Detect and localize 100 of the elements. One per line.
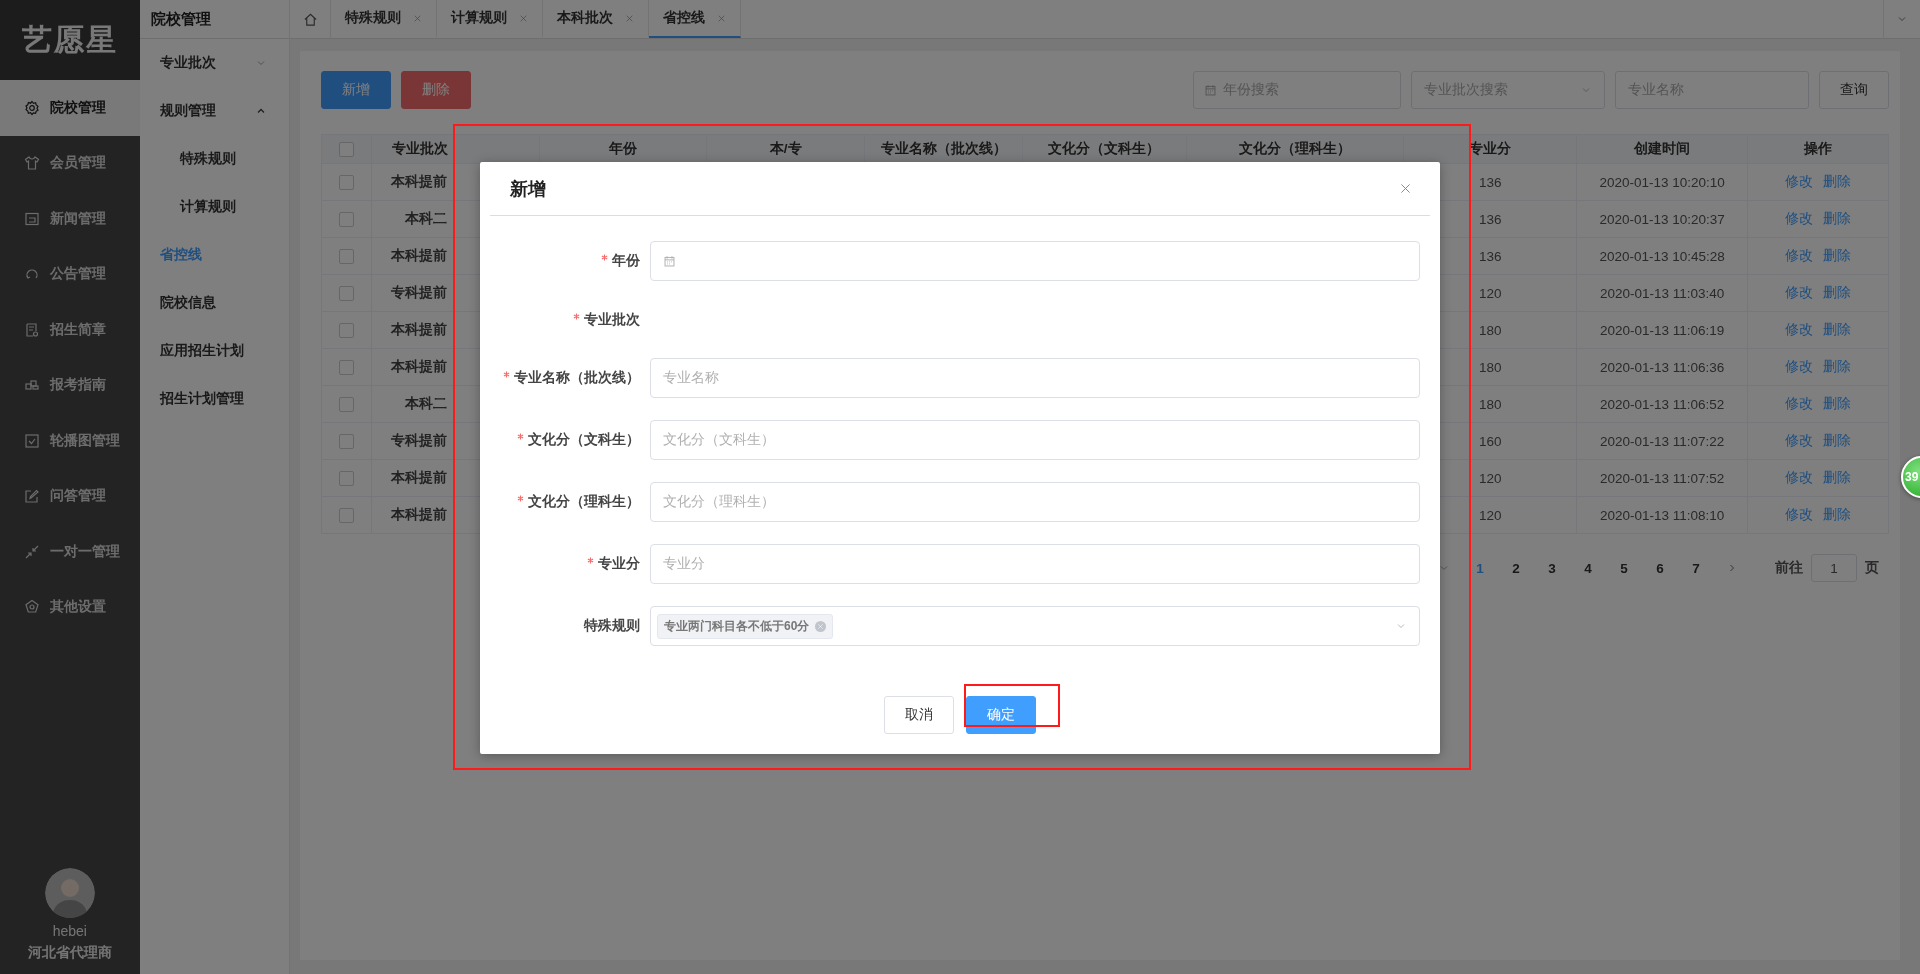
row-checkbox[interactable] (339, 396, 355, 412)
nav-item[interactable]: 其他设置 (0, 579, 140, 635)
input-field[interactable]: 文化分（理科生） (650, 482, 1420, 522)
select-all-checkbox[interactable] (339, 141, 355, 157)
row-checkbox[interactable] (339, 174, 355, 190)
nav-item[interactable]: 问答管理 (0, 468, 140, 524)
select-field[interactable]: 专业两门科目各不低于60分 (650, 606, 1420, 646)
calendar-icon (1204, 83, 1217, 97)
field-label: 专业名称（批次线） (514, 370, 640, 385)
submenu-item[interactable]: 专业批次 (139, 39, 289, 87)
field-label: 专业批次 (584, 311, 640, 327)
delete-link[interactable]: 删除 (1823, 470, 1852, 485)
table-cell: 120 (1478, 285, 1502, 301)
row-checkbox[interactable] (339, 285, 355, 301)
row-checkbox[interactable] (339, 211, 355, 227)
edit-link[interactable]: 修改 (1785, 322, 1814, 337)
table-cell: 180 (1478, 359, 1502, 375)
row-checkbox[interactable] (339, 359, 355, 375)
table-cell: 2020-01-13 11:07:22 (1599, 433, 1725, 449)
submenu-item[interactable]: 规则管理 (139, 87, 289, 135)
table-cell: 2020-01-13 11:03:40 (1599, 285, 1725, 301)
nav-item[interactable]: 一对一管理 (0, 524, 140, 580)
table-cell: 2020-01-13 11:06:36 (1599, 359, 1725, 375)
column-header: 操作 (1804, 141, 1833, 156)
column-header: 本/专 (769, 141, 802, 156)
tab[interactable]: 计算规则 (437, 0, 543, 38)
query-button[interactable]: 查询 (1819, 71, 1889, 109)
delete-link[interactable]: 删除 (1823, 322, 1852, 337)
delete-link[interactable]: 删除 (1823, 507, 1852, 522)
submenu-item[interactable]: 招生计划管理 (139, 375, 289, 423)
logo: 艺愿星 (0, 0, 140, 80)
edit-link[interactable]: 修改 (1785, 174, 1814, 189)
edit-link[interactable]: 修改 (1785, 211, 1814, 226)
submenu-item[interactable]: 应用招生计划 (139, 327, 289, 375)
table-cell: 本科二 (405, 211, 448, 226)
delete-link[interactable]: 删除 (1823, 174, 1852, 189)
table-cell: 本科提前 (391, 359, 448, 374)
page-suffix: 页 (1865, 559, 1879, 577)
page-number[interactable]: 6 (1647, 560, 1673, 576)
table-cell: 本科提前 (391, 507, 448, 522)
tab[interactable]: 本科批次 (543, 0, 649, 38)
edit-link[interactable]: 修改 (1785, 433, 1814, 448)
row-checkbox[interactable] (339, 322, 355, 338)
page-number[interactable]: 2 (1503, 560, 1529, 576)
tab[interactable]: 省控线 (649, 0, 741, 38)
close-icon (625, 13, 634, 23)
delete-link[interactable]: 删除 (1823, 396, 1852, 411)
delete-link[interactable]: 删除 (1823, 285, 1852, 300)
row-checkbox[interactable] (339, 248, 355, 264)
edit-link[interactable]: 修改 (1785, 396, 1814, 411)
row-checkbox[interactable] (339, 507, 355, 523)
edit-link[interactable]: 修改 (1785, 359, 1814, 374)
table-cell: 2020-01-13 11:07:52 (1599, 470, 1725, 486)
close-icon (1399, 182, 1412, 195)
row-checkbox[interactable] (339, 433, 355, 449)
badge-icon (24, 599, 40, 616)
delete-link[interactable]: 删除 (1823, 211, 1852, 226)
gear-icon (24, 99, 40, 116)
delete-link[interactable]: 删除 (1823, 248, 1852, 263)
tab[interactable]: 特殊规则 (331, 0, 437, 38)
nav-item[interactable]: 轮播图管理 (0, 413, 140, 469)
nav-item[interactable]: 招生简章 (0, 302, 140, 358)
delete-link[interactable]: 删除 (1823, 359, 1852, 374)
page-number[interactable]: 7 (1683, 560, 1709, 576)
delete-button[interactable]: 删除 (401, 71, 471, 109)
input-field[interactable]: 专业分 (650, 544, 1420, 584)
page-number[interactable]: 3 (1539, 560, 1565, 576)
add-button[interactable]: 新增 (321, 71, 391, 109)
nav-item[interactable]: 公告管理 (0, 246, 140, 302)
edit-link[interactable]: 修改 (1785, 248, 1814, 263)
page-input[interactable]: 1 (1811, 554, 1857, 582)
table-cell: 2020-01-13 10:20:37 (1599, 211, 1725, 227)
table-cell: 专科提前 (391, 285, 448, 300)
input-field[interactable]: 文化分（文科生） (650, 420, 1420, 460)
close-icon (817, 622, 825, 630)
delete-link[interactable]: 删除 (1823, 433, 1852, 448)
field-label: 特殊规则 (584, 618, 640, 633)
page-number[interactable]: 1 (1467, 560, 1493, 576)
nav-item[interactable]: 会员管理 (0, 135, 140, 191)
table-cell: 2020-01-13 11:06:19 (1599, 322, 1725, 338)
submenu-item[interactable]: 省控线 (139, 231, 289, 279)
input-field[interactable]: 专业名称 (650, 358, 1420, 398)
confirm-button[interactable]: 确定 (966, 696, 1036, 734)
row-checkbox[interactable] (339, 470, 355, 486)
cancel-button[interactable]: 取消 (884, 696, 954, 734)
close-icon (717, 13, 726, 23)
page-number[interactable]: 4 (1575, 560, 1601, 576)
date-field[interactable] (650, 241, 1420, 281)
home-icon (302, 11, 318, 27)
page-number[interactable]: 5 (1611, 560, 1637, 576)
submenu-item[interactable]: 院校信息 (139, 279, 289, 327)
nav-item[interactable]: 报考指南 (0, 357, 140, 413)
edit-link[interactable]: 修改 (1785, 285, 1814, 300)
edit-link[interactable]: 修改 (1785, 507, 1814, 522)
edit-link[interactable]: 修改 (1785, 470, 1814, 485)
nav-item[interactable]: 院校管理 (0, 80, 140, 136)
submenu-item[interactable]: 计算规则 (139, 183, 289, 231)
nav-item[interactable]: 新闻管理 (0, 191, 140, 247)
user-role: 河北省代理商 (27, 944, 112, 962)
submenu-item[interactable]: 特殊规则 (139, 135, 289, 183)
